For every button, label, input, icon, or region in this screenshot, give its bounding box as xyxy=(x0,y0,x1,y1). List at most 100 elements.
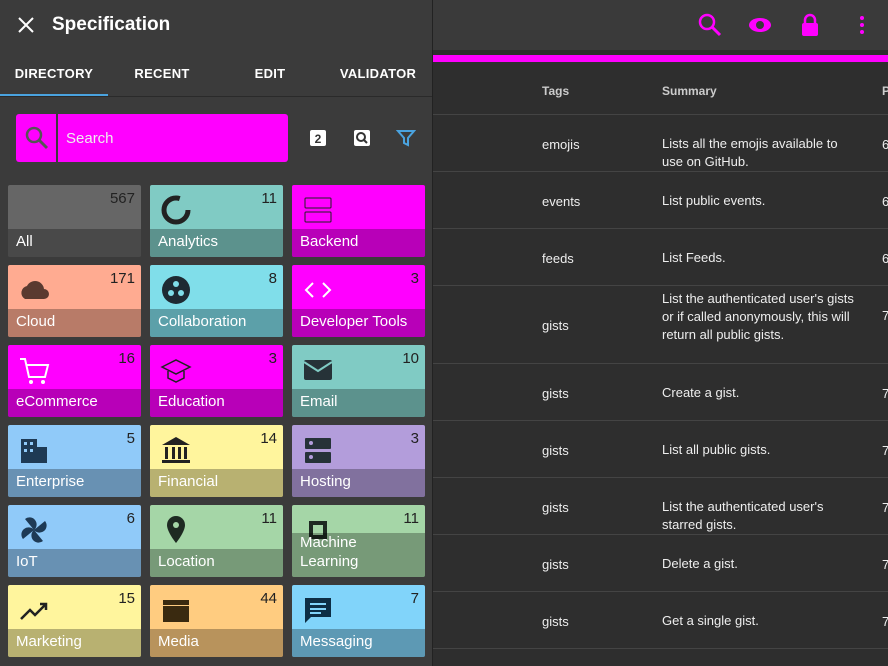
tile-label: Hosting xyxy=(300,473,351,490)
tile-count: 3 xyxy=(410,270,419,287)
progress-bar xyxy=(433,55,888,62)
tile-label: Backend xyxy=(300,233,359,250)
header-tags[interactable]: Tags xyxy=(542,84,569,98)
table-row[interactable]: gists Create a gist. 7 xyxy=(433,364,888,421)
tile-count: 11 xyxy=(261,510,277,527)
top-bar xyxy=(433,0,888,50)
cart-icon xyxy=(20,358,50,384)
header-summary[interactable]: Summary xyxy=(662,84,717,98)
search-row: 2 xyxy=(0,97,432,179)
category-tile-cloud[interactable]: Cloud 171 xyxy=(8,265,141,337)
table-row[interactable]: gists List the authenticated user's gists… xyxy=(433,286,888,364)
row-tag: gists xyxy=(542,557,569,572)
filter-icon xyxy=(396,130,416,147)
row-summary: List all public gists. xyxy=(662,442,771,457)
row-extra: 7 xyxy=(882,500,888,515)
tile-label: All xyxy=(16,233,33,250)
code-icon xyxy=(304,282,332,298)
tile-label: Messaging xyxy=(300,633,373,650)
row-tag: gists xyxy=(542,318,569,333)
tile-label: eCommerce xyxy=(16,393,98,410)
table-row[interactable]: feeds List Feeds. 6 xyxy=(433,229,888,286)
trend-icon xyxy=(20,602,48,620)
search-icon[interactable] xyxy=(697,12,723,38)
row-extra: 6 xyxy=(882,137,888,152)
drawer-tabs: DIRECTORY RECENT EDIT VALIDATOR xyxy=(0,50,432,97)
category-tile-marketing[interactable]: Marketing 15 xyxy=(8,585,141,657)
tile-label: Marketing xyxy=(16,633,82,650)
filter-button[interactable] xyxy=(392,124,420,152)
table-row[interactable]: gists Get a single gist. 7 xyxy=(433,592,888,649)
category-tile-email[interactable]: Email 10 xyxy=(292,345,425,417)
svg-text:2: 2 xyxy=(315,132,322,146)
table-row[interactable]: gists List the authenticated user's starr… xyxy=(433,478,888,535)
category-tile-backend[interactable]: Backend xyxy=(292,185,425,257)
row-summary: Lists all the emojis available to use on… xyxy=(662,136,838,169)
tile-count: 6 xyxy=(126,510,135,527)
drawer-title: Specification xyxy=(52,14,171,35)
table-header: Tags Summary P xyxy=(433,64,888,115)
table-row[interactable]: gists Delete a gist. 7 xyxy=(433,535,888,592)
table-row[interactable]: gists List all public gists. 7 xyxy=(433,421,888,478)
row-tag: gists xyxy=(542,443,569,458)
cloud-icon xyxy=(21,281,49,299)
category-tile-analytics[interactable]: Analytics 11 xyxy=(150,185,283,257)
school-icon xyxy=(160,359,192,383)
operations-table: Tags Summary P emojis Lists all the emoji… xyxy=(433,64,888,649)
group-icon xyxy=(162,276,190,304)
tab-directory[interactable]: DIRECTORY xyxy=(0,66,108,81)
search-input[interactable] xyxy=(56,113,268,163)
row-summary: List Feeds. xyxy=(662,250,726,265)
more-vert-icon[interactable] xyxy=(849,12,875,38)
row-extra: 7 xyxy=(882,614,888,629)
tile-count: 11 xyxy=(261,190,277,207)
server-icon xyxy=(304,197,332,223)
tile-count: 15 xyxy=(118,590,135,607)
close-icon xyxy=(18,17,34,33)
category-tile-collaboration[interactable]: Collaboration 8 xyxy=(150,265,283,337)
tab-recent[interactable]: RECENT xyxy=(108,66,216,81)
building-icon xyxy=(21,439,47,463)
row-tag: emojis xyxy=(542,137,580,152)
pin-icon xyxy=(167,516,185,543)
row-summary: List public events. xyxy=(662,193,766,208)
drawer-header: Specification xyxy=(0,0,432,50)
category-tile-iot[interactable]: IoT 6 xyxy=(8,505,141,577)
row-tag: gists xyxy=(542,386,569,401)
query-button[interactable] xyxy=(348,124,376,152)
row-extra: 6 xyxy=(882,251,888,266)
category-tile-media[interactable]: Media 44 xyxy=(150,585,283,657)
header-extra[interactable]: P xyxy=(882,84,888,98)
row-extra: 6 xyxy=(882,194,888,209)
tile-count: 567 xyxy=(109,190,135,207)
category-tile-education[interactable]: Education 3 xyxy=(150,345,283,417)
category-tile-hosting[interactable]: Hosting 3 xyxy=(292,425,425,497)
row-summary: Get a single gist. xyxy=(662,613,759,628)
tile-label: Collaboration xyxy=(158,313,247,330)
tile-label: Location xyxy=(158,553,215,570)
tab-validator[interactable]: VALIDATOR xyxy=(324,66,432,81)
category-tile-messaging[interactable]: Messaging 7 xyxy=(292,585,425,657)
category-tile-ecommerce[interactable]: eCommerce 16 xyxy=(8,345,141,417)
tile-count: 16 xyxy=(118,350,135,367)
tile-label: Financial xyxy=(158,473,219,490)
category-tile-all[interactable]: All 567 xyxy=(8,185,141,257)
category-tile-location[interactable]: Location 11 xyxy=(150,505,283,577)
category-tile-developer-tools[interactable]: Developer Tools 3 xyxy=(292,265,425,337)
category-tile-financial[interactable]: Financial 14 xyxy=(150,425,283,497)
two-column-view-button[interactable]: 2 xyxy=(304,124,332,152)
table-row[interactable]: events List public events. 6 xyxy=(433,172,888,229)
clapper-icon xyxy=(163,600,189,622)
tile-count: 171 xyxy=(109,270,135,287)
lock-icon[interactable] xyxy=(797,12,823,38)
search-box xyxy=(16,113,288,163)
category-tile-machine-learning[interactable]: Machine Learning 11 xyxy=(292,505,425,577)
eye-icon[interactable] xyxy=(747,12,773,38)
tab-edit[interactable]: EDIT xyxy=(216,66,324,81)
fan-icon xyxy=(21,517,47,543)
row-extra: 7 xyxy=(882,386,888,401)
table-row[interactable]: emojis Lists all the emojis available to … xyxy=(433,115,888,172)
category-tile-enterprise[interactable]: Enterprise 5 xyxy=(8,425,141,497)
close-button[interactable] xyxy=(14,13,38,37)
row-tag: gists xyxy=(542,614,569,629)
